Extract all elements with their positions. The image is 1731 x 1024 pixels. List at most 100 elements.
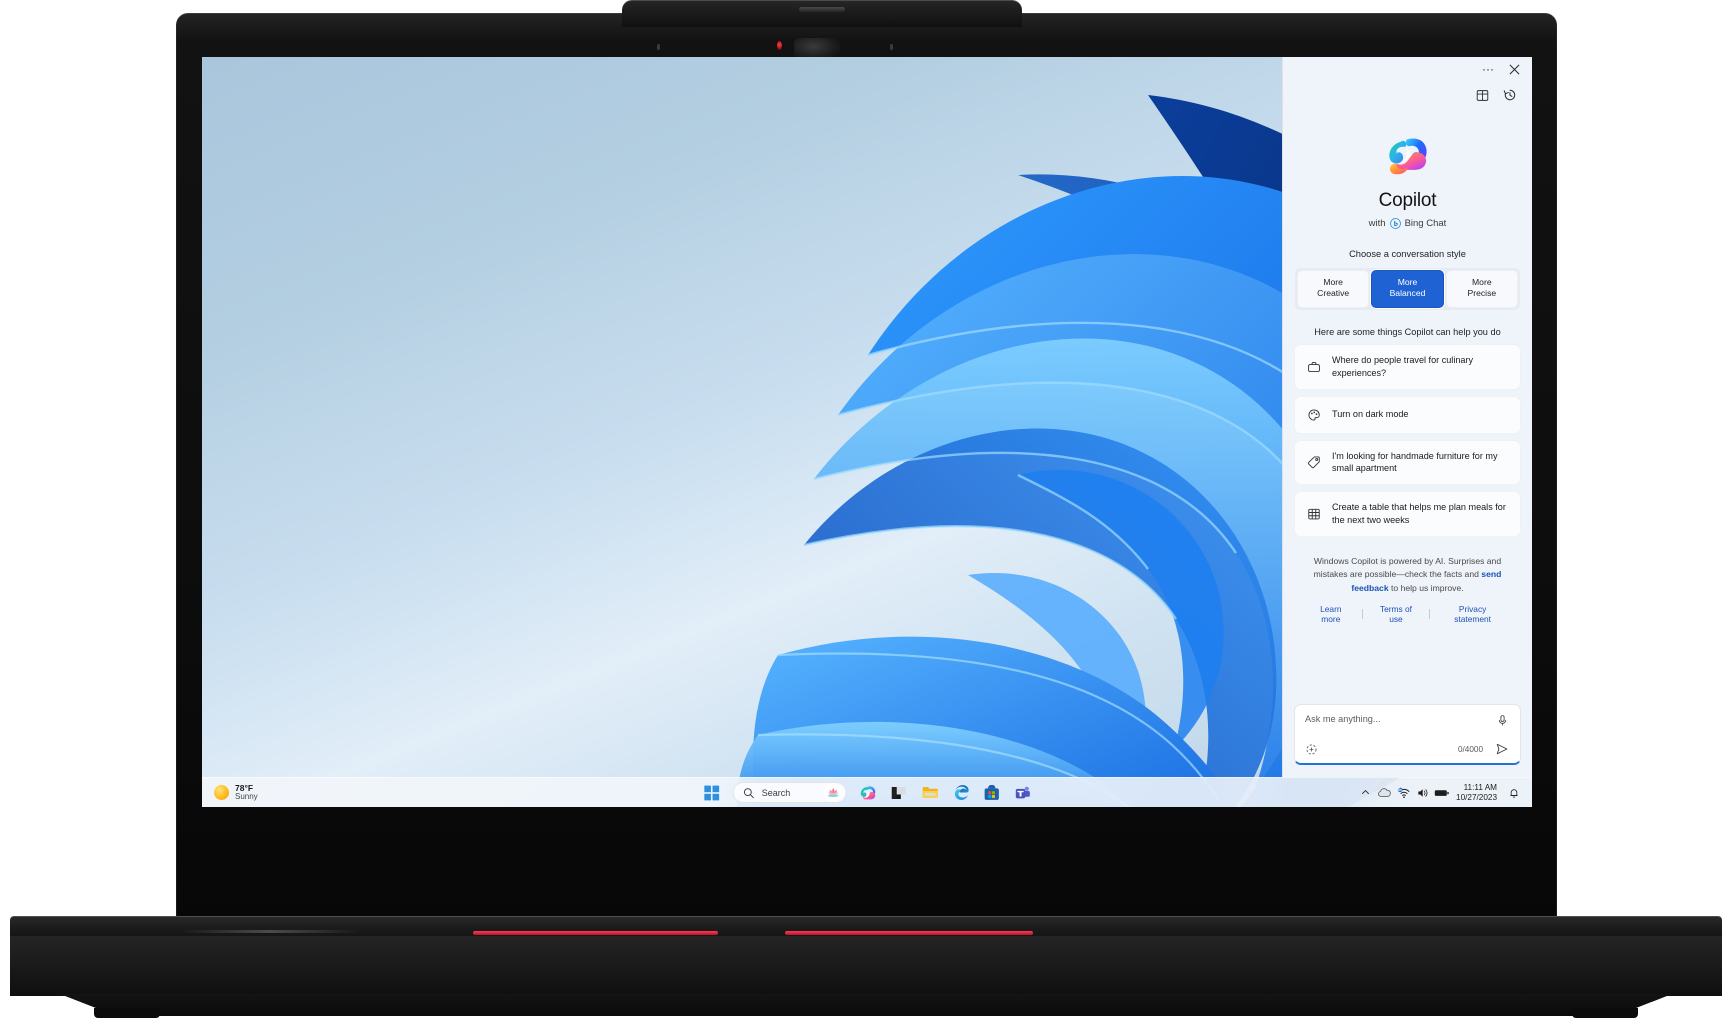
start-button[interactable] <box>696 780 727 806</box>
microphone-left-icon <box>657 44 660 50</box>
suggestion-card-furniture[interactable]: I'm looking for handmade furniture for m… <box>1294 439 1521 486</box>
send-button[interactable] <box>1495 742 1510 757</box>
sun-icon <box>214 784 229 800</box>
volume-icon-button[interactable] <box>1414 782 1431 804</box>
webcam-notch <box>622 0 1022 27</box>
style-more-balanced[interactable]: More Balanced <box>1371 270 1444 308</box>
onedrive-icon <box>1378 788 1391 797</box>
copilot-title: Copilot <box>1378 190 1437 211</box>
taskbar-app-file-explorer-dark[interactable] <box>883 780 914 806</box>
learn-more-link[interactable]: Learn more <box>1300 604 1362 624</box>
microphone-icon <box>1498 715 1507 726</box>
subtitle-prefix: with <box>1368 218 1386 229</box>
base-front-lip <box>60 994 1672 1016</box>
trackpoint-accent-left <box>473 931 718 935</box>
network-icon-button[interactable] <box>1395 782 1412 804</box>
conversation-style-label: Choose a conversation style <box>1349 249 1466 259</box>
suggestion-card-culinary[interactable]: Where do people travel for culinary expe… <box>1294 343 1521 390</box>
taskbar-app-copilot[interactable] <box>852 780 883 806</box>
onedrive-icon-button[interactable] <box>1376 782 1393 804</box>
weather-condition: Sunny <box>235 791 258 801</box>
clock-time: 11:11 AM <box>1463 783 1497 793</box>
copilot-toolbar <box>1283 81 1532 109</box>
teams-icon <box>1015 786 1030 798</box>
disclaimer-part1: Windows Copilot is powered by AI. Surpri… <box>1313 556 1502 580</box>
style-more-precise[interactable]: More Precise <box>1445 270 1518 308</box>
copilot-compose-area: Ask me anything... 0/4000 <box>1283 694 1532 777</box>
clock-date: 10/27/2023 <box>1456 792 1497 802</box>
bell-icon <box>1509 788 1518 798</box>
chat-input[interactable]: Ask me anything... <box>1305 714 1496 724</box>
terms-of-use-link[interactable]: Terms of use <box>1363 604 1430 624</box>
palette-icon <box>1306 407 1321 422</box>
lotus-flower-icon <box>827 788 839 797</box>
style-line2: Balanced <box>1389 288 1426 299</box>
suggestion-card-meal-table[interactable]: Create a table that helps me plan meals … <box>1294 491 1521 538</box>
copilot-content: Copilot with Bing Chat Choose a conversa… <box>1283 109 1532 777</box>
plugin-dashed-icon <box>1306 744 1317 754</box>
suggestion-card-dark-mode[interactable]: Turn on dark mode <box>1294 395 1521 434</box>
microphone-right-icon <box>890 44 893 50</box>
notifications-button[interactable] <box>1505 782 1522 804</box>
search-box[interactable]: Search <box>732 782 847 803</box>
disclaimer-part2: to help us improve. <box>1388 582 1464 593</box>
suggestion-text: Where do people travel for culinary expe… <box>1332 354 1474 378</box>
hinge-vent <box>180 930 360 933</box>
weather-text: 78°F Sunny <box>235 783 258 802</box>
bing-icon <box>1389 218 1401 229</box>
show-hidden-icons-button[interactable] <box>1357 782 1374 804</box>
copilot-disclaimer: Windows Copilot is powered by AI. Surpri… <box>1283 537 1532 624</box>
windows-start-icon <box>703 785 719 800</box>
search-icon <box>743 787 754 798</box>
battery-icon-button[interactable] <box>1433 782 1450 804</box>
taskbar-app-edge[interactable] <box>945 780 976 806</box>
style-line1: More <box>1397 277 1418 287</box>
weather-widget[interactable]: 78°F Sunny <box>202 783 502 802</box>
style-line2: Precise <box>1467 288 1497 299</box>
taskbar-app-folder[interactable] <box>914 780 945 806</box>
copilot-subtitle: with Bing Chat <box>1283 218 1532 229</box>
volume-icon <box>1417 788 1428 797</box>
compose-input-row: Ask me anything... <box>1305 714 1510 728</box>
history-button[interactable] <box>1500 85 1520 105</box>
plugins-button[interactable] <box>1472 85 1492 105</box>
send-icon <box>1496 743 1508 755</box>
more-options-button[interactable]: ··· <box>1476 59 1500 79</box>
subtitle-brand: Bing Chat <box>1404 218 1447 229</box>
privacy-statement-link[interactable]: Privacy statement <box>1430 604 1515 624</box>
laptop-base <box>10 916 1722 1018</box>
close-button[interactable] <box>1502 59 1526 79</box>
base-foot-left <box>94 1008 160 1018</box>
copilot-hero: Copilot with Bing Chat <box>1283 109 1532 229</box>
briefcase-icon <box>1306 359 1321 374</box>
clock[interactable]: 11:11 AM 10/27/2023 <box>1452 783 1503 801</box>
style-line1: More <box>1323 277 1343 287</box>
character-counter: 0/4000 <box>1457 745 1483 754</box>
lotus-icon[interactable] <box>823 783 843 802</box>
compose-box[interactable]: Ask me anything... 0/4000 <box>1294 704 1521 765</box>
microsoft-store-icon <box>984 784 999 800</box>
base-top-edge <box>10 916 1722 938</box>
taskbar-app-microsoft-store[interactable] <box>976 780 1007 806</box>
style-line2: Creative <box>1317 288 1350 299</box>
suggestion-list: Where do people travel for culinary expe… <box>1283 343 1532 538</box>
copilot-footer-links: Learn more Terms of use Privacy statemen… <box>1300 604 1515 624</box>
style-more-creative[interactable]: More Creative <box>1297 270 1370 308</box>
suggestion-text: Turn on dark mode <box>1332 409 1409 420</box>
base-foot-right <box>1572 1008 1638 1018</box>
taskbar-app-teams[interactable] <box>1007 780 1038 806</box>
taskbar: 78°F Sunny Search 11:11 AM 10/27/2023 <box>202 777 1532 807</box>
history-icon <box>1503 89 1516 101</box>
search-input[interactable]: Search <box>762 788 817 798</box>
style-line1: More <box>1472 277 1492 287</box>
chevron-up-icon <box>1362 790 1369 794</box>
microphone-button[interactable] <box>1496 714 1510 728</box>
suggestions-heading: Here are some things Copilot can help yo… <box>1314 326 1501 337</box>
file-explorer-dark-icon <box>891 786 906 799</box>
system-tray: 11:11 AM 10/27/2023 <box>1357 782 1532 804</box>
suggestion-text: Create a table that helps me plan meals … <box>1332 502 1506 526</box>
compose-plugins-button[interactable] <box>1305 743 1319 757</box>
edge-icon <box>954 785 969 800</box>
battery-icon <box>1434 789 1449 796</box>
copilot-titlebar: ··· <box>1283 57 1532 81</box>
